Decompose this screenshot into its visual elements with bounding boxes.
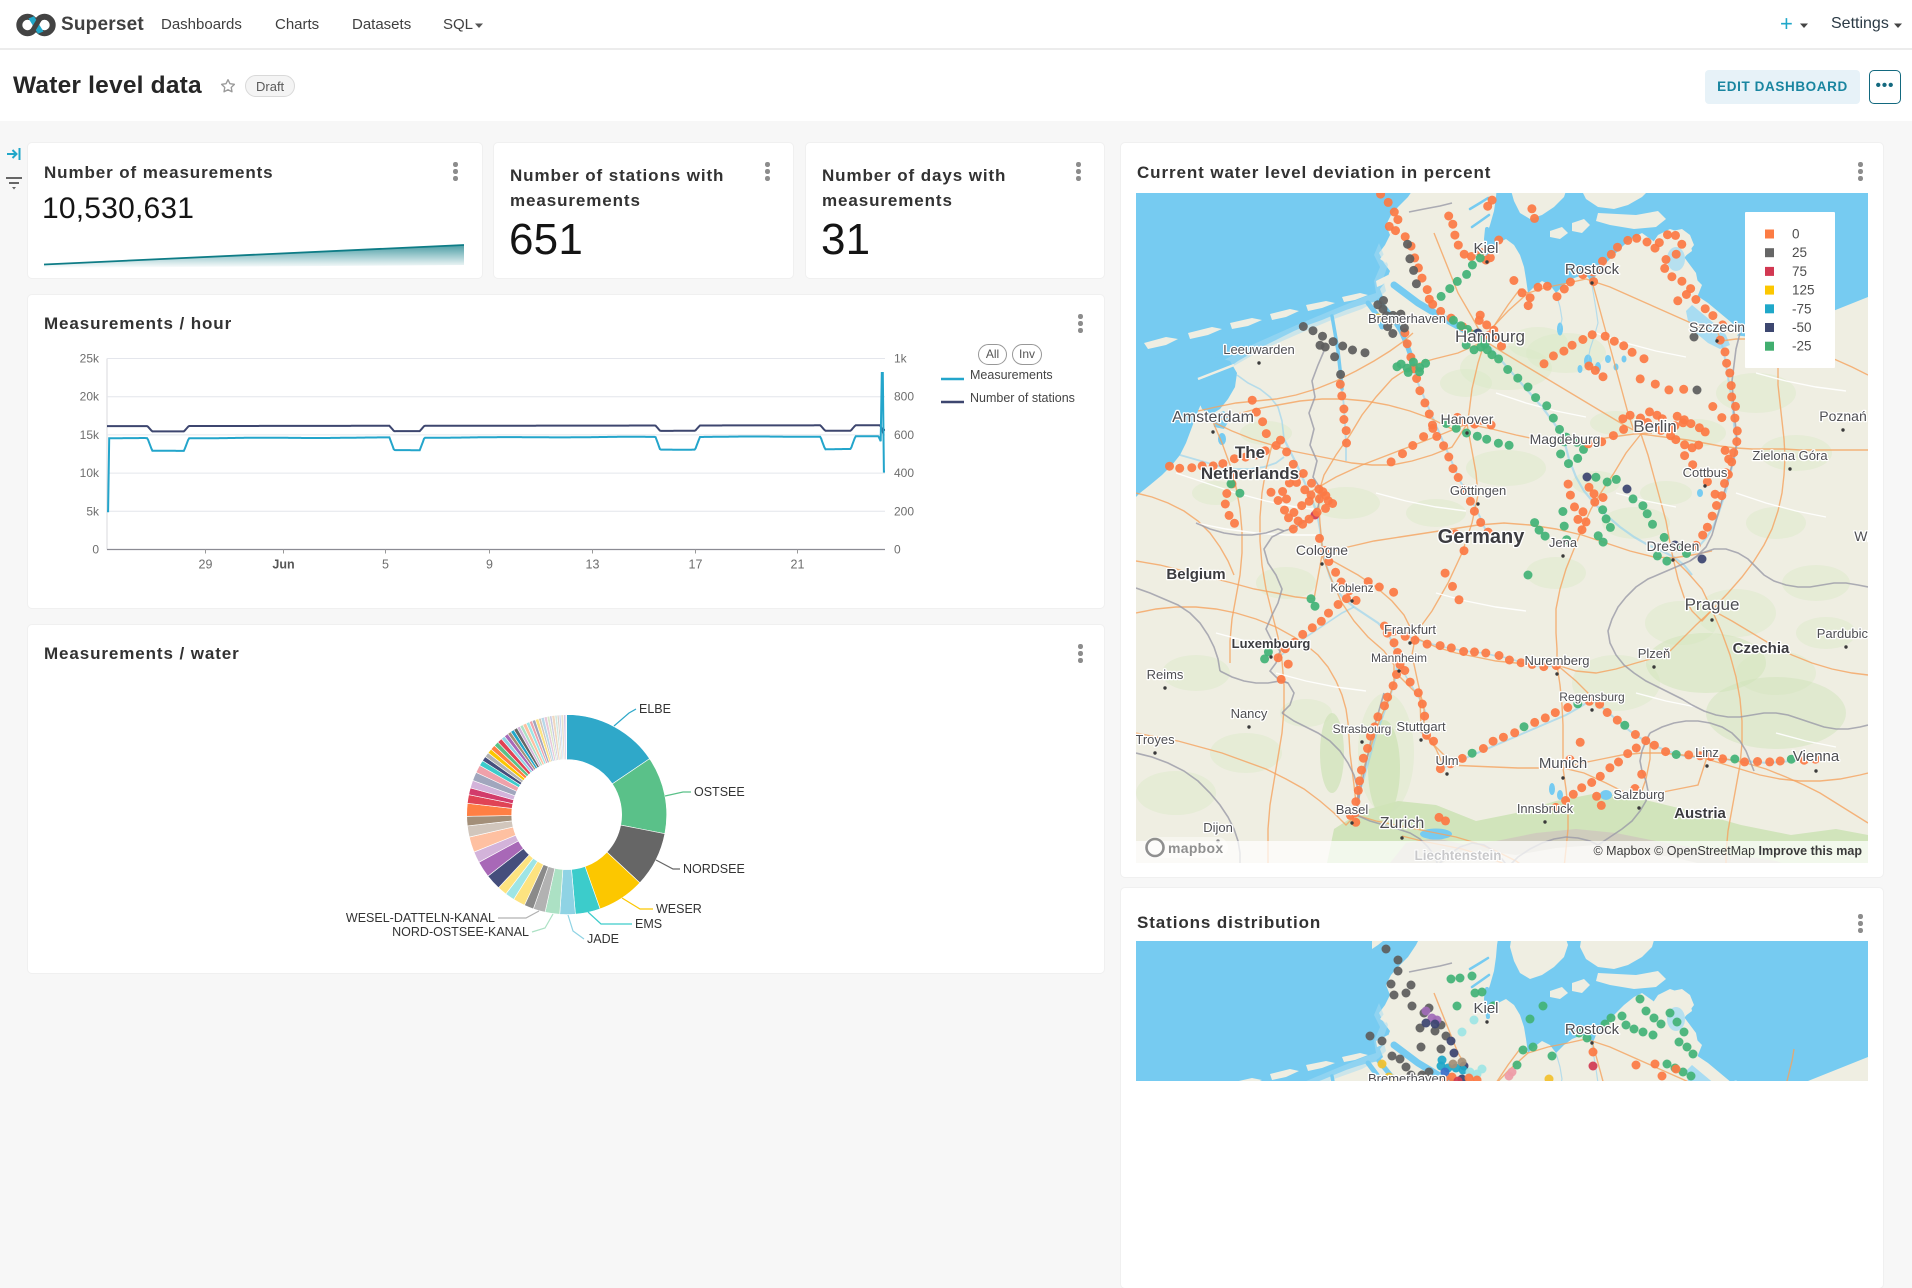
- svg-text:The: The: [1235, 443, 1265, 462]
- svg-text:17: 17: [689, 558, 703, 572]
- svg-text:-75: -75: [1792, 301, 1812, 316]
- svg-text:-25: -25: [1792, 339, 1812, 354]
- svg-text:Zielona Góra: Zielona Góra: [1752, 448, 1828, 463]
- svg-text:Nancy: Nancy: [1231, 706, 1268, 721]
- svg-text:© Mapbox © OpenStreetMap Impro: © Mapbox © OpenStreetMap Improve this ma…: [1593, 844, 1862, 858]
- svg-text:600: 600: [894, 428, 914, 442]
- svg-text:Munich: Munich: [1539, 755, 1587, 772]
- svg-text:5: 5: [382, 558, 389, 572]
- svg-text:Poznań: Poznań: [1819, 408, 1866, 424]
- svg-text:Bremerhaven: Bremerhaven: [1368, 311, 1446, 326]
- svg-text:Cologne: Cologne: [1296, 542, 1348, 558]
- svg-text:Leeuwarden: Leeuwarden: [1223, 342, 1295, 357]
- svg-text:Bremerhaven: Bremerhaven: [1368, 1071, 1446, 1081]
- svg-text:Luxembourg: Luxembourg: [1232, 636, 1311, 651]
- svg-text:WESEL-DATTELN-KANAL: WESEL-DATTELN-KANAL: [346, 911, 495, 925]
- svg-text:Vienna: Vienna: [1793, 748, 1840, 765]
- svg-text:Strasbourg: Strasbourg: [1333, 722, 1392, 736]
- svg-text:Kiel: Kiel: [1473, 240, 1498, 257]
- svg-text:5k: 5k: [86, 504, 100, 518]
- svg-text:29: 29: [199, 558, 213, 572]
- svg-text:WESER: WESER: [656, 902, 702, 916]
- svg-text:Reims: Reims: [1147, 667, 1184, 682]
- svg-text:Innsbruck: Innsbruck: [1517, 801, 1574, 816]
- svg-text:Troyes: Troyes: [1136, 732, 1175, 747]
- svg-text:Basel: Basel: [1336, 802, 1369, 817]
- svg-text:Salzburg: Salzburg: [1613, 787, 1664, 802]
- svg-text:Prague: Prague: [1685, 595, 1740, 614]
- svg-text:Germany: Germany: [1438, 526, 1526, 548]
- svg-text:NORDSEE: NORDSEE: [683, 862, 745, 876]
- svg-text:125: 125: [1792, 283, 1815, 298]
- svg-text:200: 200: [894, 504, 914, 518]
- svg-text:Jena: Jena: [1549, 535, 1578, 550]
- svg-text:0: 0: [92, 543, 99, 557]
- svg-text:Nuremberg: Nuremberg: [1524, 653, 1589, 668]
- svg-text:Amsterdam: Amsterdam: [1172, 409, 1254, 426]
- svg-text:25k: 25k: [80, 352, 100, 366]
- svg-text:Cottbus: Cottbus: [1683, 465, 1728, 480]
- svg-text:Zurich: Zurich: [1380, 815, 1424, 832]
- svg-text:OSTSEE: OSTSEE: [694, 785, 745, 799]
- svg-text:800: 800: [894, 390, 914, 404]
- svg-text:Netherlands: Netherlands: [1201, 464, 1299, 483]
- svg-text:Pardubice: Pardubice: [1817, 626, 1868, 641]
- svg-text:13: 13: [586, 558, 600, 572]
- svg-text:10k: 10k: [80, 466, 100, 480]
- svg-text:Belgium: Belgium: [1166, 566, 1225, 583]
- svg-text:25: 25: [1792, 245, 1807, 260]
- svg-text:Stuttgart: Stuttgart: [1396, 719, 1446, 734]
- svg-text:Austria: Austria: [1674, 805, 1726, 822]
- svg-text:0: 0: [1792, 227, 1800, 242]
- svg-text:20k: 20k: [80, 390, 100, 404]
- svg-text:EMS: EMS: [635, 917, 662, 931]
- svg-text:9: 9: [486, 558, 493, 572]
- svg-text:JADE: JADE: [587, 932, 619, 946]
- svg-text:Göttingen: Göttingen: [1450, 483, 1506, 498]
- svg-text:Dresden: Dresden: [1647, 538, 1700, 554]
- svg-text:Jun: Jun: [272, 558, 294, 572]
- svg-text:75: 75: [1792, 264, 1807, 279]
- svg-text:Magdeburg: Magdeburg: [1530, 431, 1601, 447]
- svg-text:Czechia: Czechia: [1733, 640, 1790, 657]
- svg-text:-50: -50: [1792, 320, 1812, 335]
- svg-text:Koblenz: Koblenz: [1330, 581, 1373, 595]
- svg-text:Szczecin: Szczecin: [1689, 319, 1745, 335]
- svg-text:Plzeň: Plzeň: [1638, 646, 1671, 661]
- svg-text:Wrocław: Wrocław: [1854, 528, 1868, 544]
- svg-text:mapbox: mapbox: [1168, 840, 1223, 856]
- svg-text:400: 400: [894, 466, 914, 480]
- svg-text:Mannheim: Mannheim: [1371, 651, 1427, 665]
- svg-text:Rostock: Rostock: [1565, 261, 1620, 278]
- svg-text:0: 0: [894, 543, 901, 557]
- svg-text:Frankfurt: Frankfurt: [1384, 622, 1436, 637]
- svg-text:ELBE: ELBE: [639, 702, 671, 716]
- svg-text:Berlin: Berlin: [1633, 417, 1676, 436]
- svg-text:Hanover: Hanover: [1441, 411, 1494, 427]
- svg-text:Kiel: Kiel: [1473, 1000, 1498, 1017]
- svg-text:21: 21: [791, 558, 805, 572]
- svg-text:Dijon: Dijon: [1203, 820, 1233, 835]
- svg-text:Linz: Linz: [1695, 745, 1719, 760]
- svg-text:Rostock: Rostock: [1565, 1021, 1620, 1038]
- svg-text:Hamburg: Hamburg: [1455, 327, 1525, 346]
- svg-text:15k: 15k: [80, 428, 100, 442]
- svg-text:1k: 1k: [894, 352, 908, 366]
- svg-text:NORD-OSTSEE-KANAL: NORD-OSTSEE-KANAL: [392, 925, 529, 939]
- svg-text:Ulm: Ulm: [1435, 753, 1458, 768]
- svg-text:Regensburg: Regensburg: [1559, 690, 1624, 704]
